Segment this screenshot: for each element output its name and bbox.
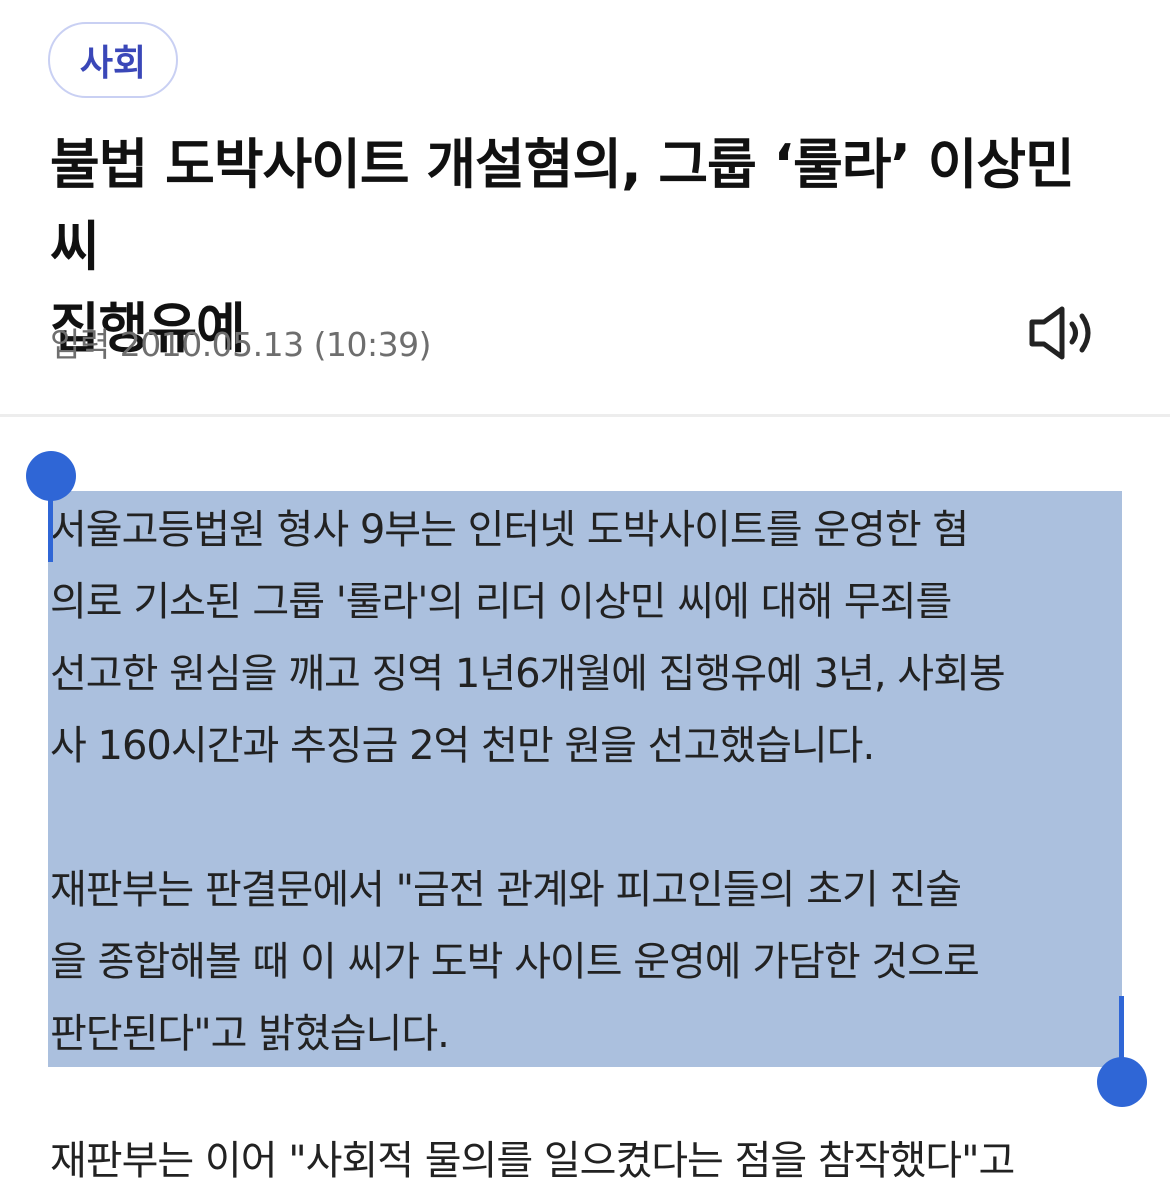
paragraph-line: 사 160시간과 추징금 2억 천만 원을 선고했습니다.	[50, 723, 875, 769]
speaker-volume-icon[interactable]	[1026, 304, 1098, 362]
article-paragraph-2: 재판부는 판결문에서 "금전 관계와 피고인들의 초기 진술 을 종합해볼 때 …	[50, 854, 1130, 1070]
paragraph-line: 서울고등법원 형사 9부는 인터넷 도박사이트를 운영한 혐	[50, 507, 969, 553]
selection-end-handle[interactable]	[1097, 1057, 1147, 1107]
headline-line-1: 불법 도박사이트 개설혐의, 그룹 ‘룰라’ 이상민 씨	[50, 133, 1075, 278]
article-paragraph-1: 서울고등법원 형사 9부는 인터넷 도박사이트를 운영한 혐 의로 기소된 그룹…	[50, 494, 1130, 782]
paragraph-line: 판단된다"고 밝혔습니다.	[50, 1011, 450, 1057]
header-divider	[0, 414, 1170, 417]
selection-start-handle[interactable]	[26, 451, 76, 501]
paragraph-line: 선고한 원심을 깨고 징역 1년6개월에 집행유예 3년, 사회봉	[50, 651, 1006, 697]
category-badge[interactable]: 사회	[48, 22, 178, 98]
article-body[interactable]: 서울고등법원 형사 9부는 인터넷 도박사이트를 운영한 혐 의로 기소된 그룹…	[50, 494, 1130, 1070]
paragraph-line: 재판부는 판결문에서 "금전 관계와 피고인들의 초기 진술	[50, 867, 962, 913]
article-next-line-partial: 재판부는 이어 "사회적 물의를 일으켰다는 점을 참작했다"고	[50, 1138, 1015, 1184]
paragraph-line: 을 종합해볼 때 이 씨가 도박 사이트 운영에 가담한 것으로	[50, 939, 980, 985]
paragraph-line: 의로 기소된 그룹 '룰라'의 리더 이상민 씨에 대해 무죄를	[50, 579, 952, 625]
published-date: 입력 2010.05.13 (10:39)	[50, 325, 432, 364]
category-label: 사회	[79, 43, 147, 84]
